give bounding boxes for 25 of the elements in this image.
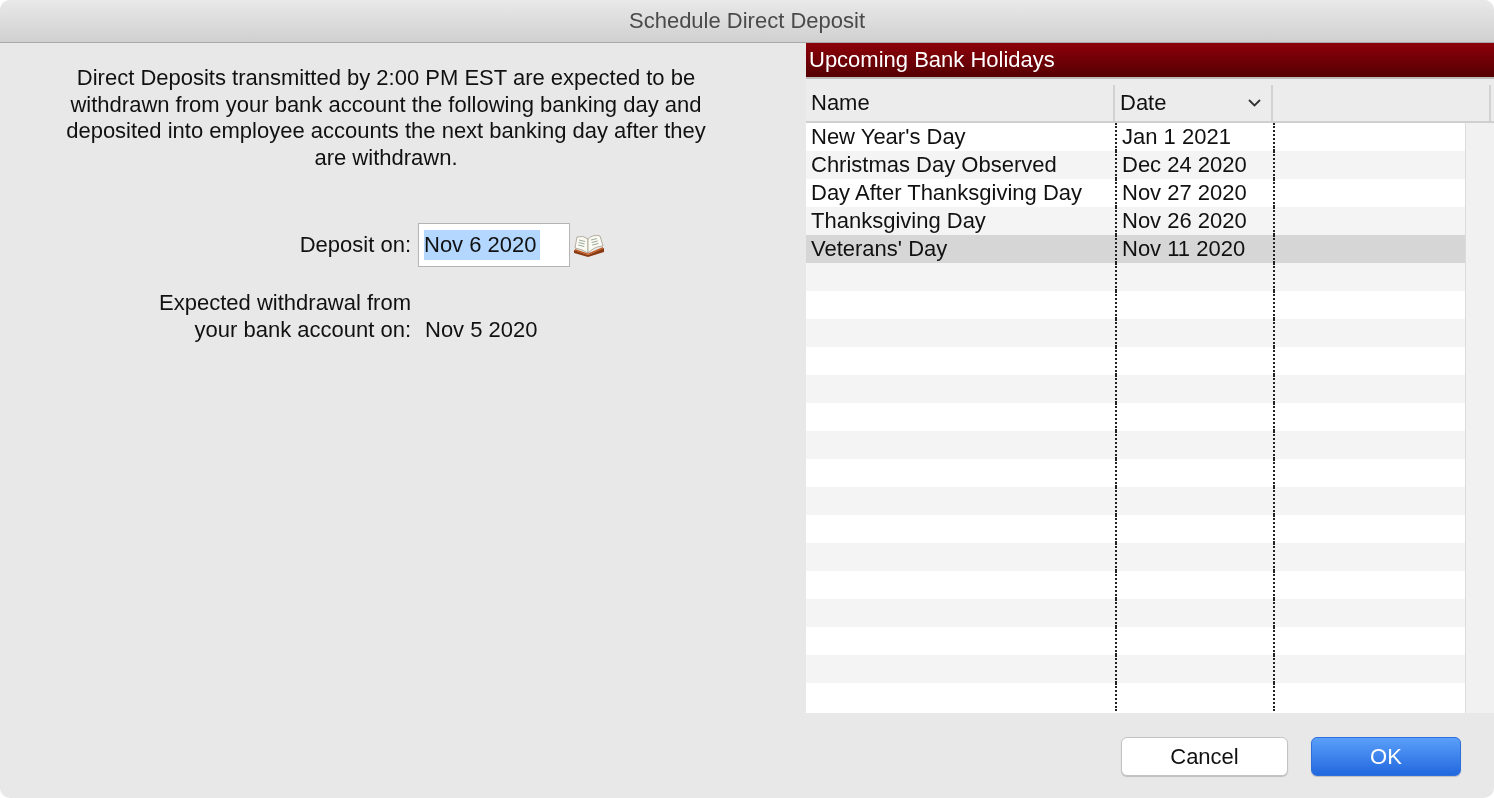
table-cell-text: Christmas Day Observed (810, 151, 1058, 179)
deposit-label: Deposit on: (298, 232, 411, 258)
table-row[interactable]: Thanksgiving Day Nov 26 2020 (806, 207, 1465, 235)
scrollbar-track[interactable] (1465, 123, 1494, 713)
section-title: Upcoming Bank Holidays (809, 47, 1055, 73)
chevron-down-icon (1248, 99, 1261, 107)
withdrawal-label: Expected withdrawal from your bank account on: (158, 289, 411, 343)
notice-text: Direct Deposits transmitted by 2:00 PM EST are expected to be withdrawn from your bank account the following banking day and deposited into employee accounts the next banking day after they are withdrawn. (65, 65, 707, 171)
column-label: Name (811, 90, 870, 116)
table-cell-text: Veterans' Day (810, 235, 949, 263)
date-field[interactable]: Nov 6 2020 (418, 223, 570, 267)
book-icon[interactable] (572, 233, 606, 257)
column-header[interactable]: Name (806, 85, 1115, 121)
field-value: Nov 6 2020 (424, 230, 540, 260)
column-label: Date (1120, 90, 1167, 116)
column-header[interactable]: Date (1115, 85, 1273, 121)
table-cell-text: Thanksgiving Day (810, 207, 987, 235)
table-row[interactable]: Veterans' Day Nov 11 2020 (806, 235, 1465, 263)
table-cell-text: New Year's Day (810, 123, 967, 151)
ok-button[interactable]: OK (1311, 737, 1461, 776)
withdrawal-date: Nov 5 2020 (424, 316, 539, 343)
table-row[interactable]: Christmas Day Observed Dec 24 2020 (806, 151, 1465, 179)
window-title: Schedule Direct Deposit (629, 8, 865, 34)
cancel-button[interactable]: Cancel (1121, 737, 1288, 776)
table-cell-text: Day After Thanksgiving Day (810, 179, 1084, 207)
